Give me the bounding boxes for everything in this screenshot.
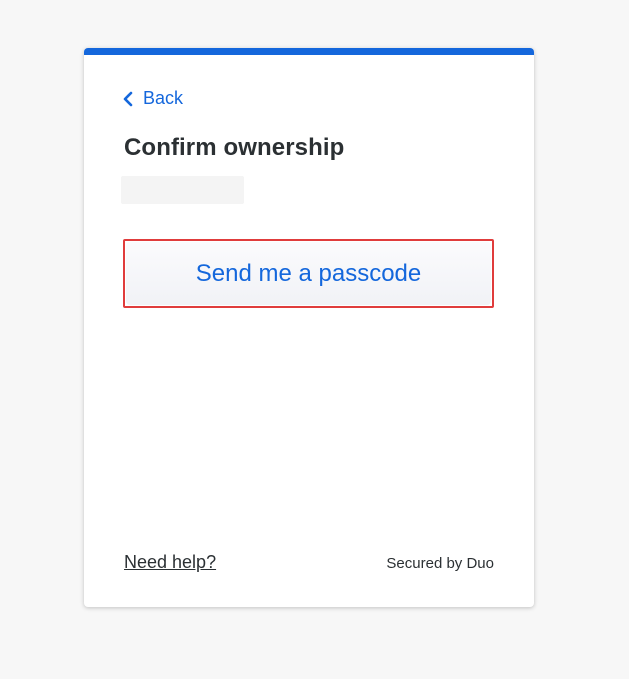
chevron-left-icon bbox=[123, 91, 133, 106]
back-link[interactable]: Back bbox=[122, 88, 183, 109]
auth-card: Back Confirm ownership Send me a passcod… bbox=[84, 48, 534, 607]
redacted-phone-number bbox=[121, 176, 244, 204]
secured-by-label: Secured by Duo bbox=[386, 555, 494, 572]
accent-bar bbox=[84, 48, 534, 55]
need-help-link[interactable]: Need help? bbox=[124, 552, 216, 573]
page-title: Confirm ownership bbox=[124, 134, 345, 161]
back-link-label: Back bbox=[143, 88, 184, 108]
selection-highlight bbox=[123, 239, 494, 308]
